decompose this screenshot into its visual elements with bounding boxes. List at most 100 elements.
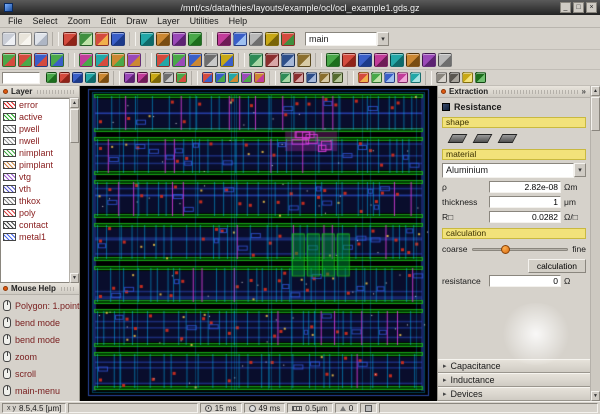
- layer-row-vth[interactable]: vth: [1, 183, 69, 195]
- tool-icon[interactable]: [140, 32, 154, 46]
- layer-row-nwell[interactable]: nwell: [1, 135, 69, 147]
- tool-icon[interactable]: [59, 72, 70, 83]
- scroll-up-icon[interactable]: ▲: [591, 86, 600, 96]
- scroll-down-icon[interactable]: ▼: [591, 391, 600, 401]
- tool-icon[interactable]: [358, 53, 372, 67]
- tool-icon[interactable]: [95, 32, 109, 46]
- tool-icon[interactable]: [371, 72, 382, 83]
- tool-icon[interactable]: [150, 72, 161, 83]
- tool-icon[interactable]: [202, 72, 213, 83]
- menu-zoom[interactable]: Zoom: [63, 15, 96, 27]
- tool-icon[interactable]: [137, 72, 148, 83]
- tool-icon[interactable]: [46, 72, 57, 83]
- tool-icon[interactable]: [188, 53, 202, 67]
- layer-row-error[interactable]: error: [1, 99, 69, 111]
- tool-icon[interactable]: [241, 72, 252, 83]
- calculation-button[interactable]: calculation: [528, 259, 586, 273]
- tool-icon[interactable]: [281, 53, 295, 67]
- tool-icon[interactable]: [449, 72, 460, 83]
- layer-row-vtg[interactable]: vtg: [1, 171, 69, 183]
- tool-icon[interactable]: [462, 72, 473, 83]
- tool-icon[interactable]: [384, 72, 395, 83]
- tool-icon[interactable]: [374, 53, 388, 67]
- tool-icon[interactable]: [438, 53, 452, 67]
- tool-icon[interactable]: [111, 53, 125, 67]
- tool-icon[interactable]: [2, 32, 16, 46]
- layer-row-contact[interactable]: contact: [1, 219, 69, 231]
- close-button[interactable]: ×: [586, 2, 597, 13]
- layer-row-poly[interactable]: poly: [1, 207, 69, 219]
- tool-icon[interactable]: [34, 32, 48, 46]
- tool-icon[interactable]: [215, 72, 226, 83]
- tool-icon[interactable]: [156, 32, 170, 46]
- toolbar-entry[interactable]: [2, 72, 40, 84]
- thickness-input[interactable]: [489, 196, 561, 208]
- tool-icon[interactable]: [475, 72, 486, 83]
- tool-icon[interactable]: [63, 32, 77, 46]
- tool-icon[interactable]: [406, 53, 420, 67]
- menu-draw[interactable]: Draw: [121, 15, 152, 27]
- shape-slab-icon[interactable]: [473, 134, 493, 143]
- collapse-icon[interactable]: »: [582, 87, 587, 96]
- tool-icon[interactable]: [156, 53, 170, 67]
- tool-icon[interactable]: [34, 53, 48, 67]
- tool-icon[interactable]: [2, 53, 16, 67]
- tool-icon[interactable]: [18, 53, 32, 67]
- menu-layer[interactable]: Layer: [152, 15, 185, 27]
- scroll-track[interactable]: [70, 144, 79, 273]
- layer-panel-header[interactable]: Layer: [0, 86, 79, 98]
- tool-icon[interactable]: [280, 72, 291, 83]
- menu-edit[interactable]: Edit: [96, 15, 122, 27]
- maximize-button[interactable]: □: [573, 2, 584, 13]
- tool-icon[interactable]: [163, 72, 174, 83]
- tool-icon[interactable]: [79, 32, 93, 46]
- tool-icon[interactable]: [172, 32, 186, 46]
- rho-input[interactable]: [489, 181, 561, 193]
- tool-icon[interactable]: [85, 72, 96, 83]
- layer-scrollbar[interactable]: ▲ ▼: [69, 98, 79, 283]
- scroll-up-icon[interactable]: ▲: [70, 98, 79, 108]
- tool-icon[interactable]: [332, 72, 343, 83]
- material-combo[interactable]: Aluminium ▾: [442, 163, 586, 178]
- sheet-resistance-input[interactable]: [489, 211, 561, 223]
- layer-row-pimplant[interactable]: pimplant: [1, 159, 69, 171]
- layer-row-active[interactable]: active: [1, 111, 69, 123]
- tool-icon[interactable]: [98, 72, 109, 83]
- layer-row-metal1[interactable]: metal1: [1, 231, 69, 243]
- tool-icon[interactable]: [204, 53, 218, 67]
- tool-icon[interactable]: [228, 72, 239, 83]
- scroll-thumb[interactable]: [70, 109, 79, 143]
- tool-icon[interactable]: [293, 72, 304, 83]
- layer-row-pwell[interactable]: pwell: [1, 123, 69, 135]
- shape-slab-icon[interactable]: [498, 134, 518, 143]
- menu-utilities[interactable]: Utilities: [185, 15, 224, 27]
- tool-icon[interactable]: [397, 72, 408, 83]
- section-capacitance[interactable]: ▸Capacitance: [438, 359, 590, 373]
- tool-icon[interactable]: [233, 32, 247, 46]
- tool-icon[interactable]: [249, 32, 263, 46]
- tool-icon[interactable]: [281, 32, 295, 46]
- tool-icon[interactable]: [172, 53, 186, 67]
- section-inductance[interactable]: ▸Inductance: [438, 373, 590, 387]
- tool-icon[interactable]: [18, 32, 32, 46]
- tool-icon[interactable]: [188, 32, 202, 46]
- minimize-button[interactable]: _: [560, 2, 571, 13]
- mouse-help-header[interactable]: Mouse Help: [0, 283, 79, 295]
- tool-icon[interactable]: [217, 32, 231, 46]
- tool-icon[interactable]: [410, 72, 421, 83]
- slider-knob[interactable]: [501, 245, 510, 254]
- resolution-slider[interactable]: [472, 248, 569, 251]
- section-devices[interactable]: ▸Devices: [438, 387, 590, 401]
- tool-icon[interactable]: [319, 72, 330, 83]
- tool-icon[interactable]: [50, 53, 64, 67]
- cell-combo[interactable]: main ▾: [305, 32, 389, 46]
- extraction-panel-header[interactable]: Extraction »: [438, 86, 590, 98]
- tool-icon[interactable]: [127, 53, 141, 67]
- tool-icon[interactable]: [358, 72, 369, 83]
- tool-icon[interactable]: [436, 72, 447, 83]
- layer-row-nimplant[interactable]: nimplant: [1, 147, 69, 159]
- scroll-down-icon[interactable]: ▼: [70, 273, 79, 283]
- scroll-track[interactable]: [591, 132, 600, 391]
- tool-icon[interactable]: [390, 53, 404, 67]
- extraction-scrollbar[interactable]: ▲ ▼: [590, 86, 600, 401]
